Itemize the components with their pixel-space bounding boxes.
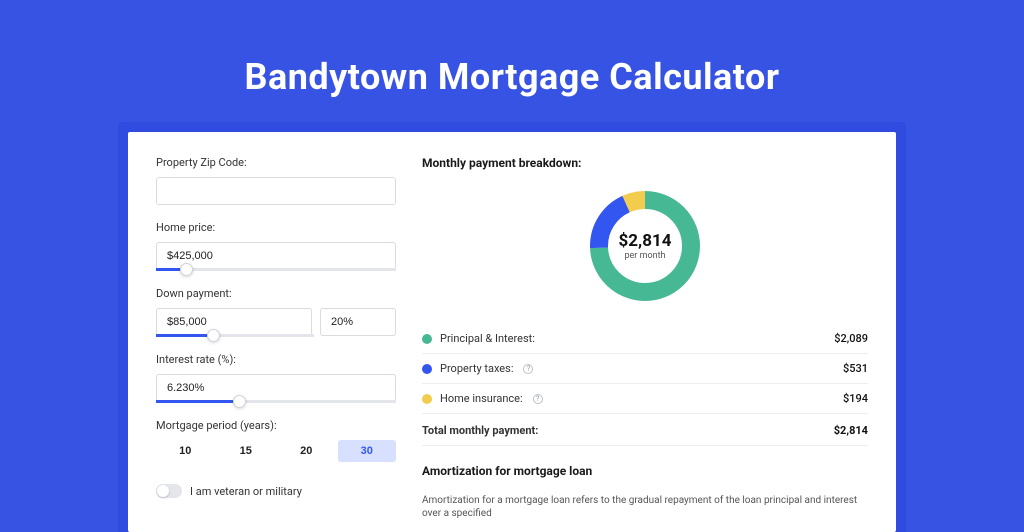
- calculator-card: Property Zip Code: Home price: Down paym…: [128, 132, 896, 532]
- legend-left: Property taxes:?: [422, 362, 533, 375]
- zip-input[interactable]: [156, 177, 396, 205]
- page-title: Bandytown Mortgage Calculator: [0, 56, 1024, 98]
- legend-label: Home insurance:: [440, 392, 523, 405]
- mortgage-period-field-group: Mortgage period (years): 10152030: [156, 419, 396, 462]
- home-price-field-group: Home price:: [156, 221, 396, 271]
- legend-label: Property taxes:: [440, 362, 513, 375]
- interest-rate-slider[interactable]: [156, 400, 396, 403]
- home-price-slider[interactable]: [156, 268, 396, 271]
- info-icon[interactable]: ?: [533, 394, 543, 404]
- amortization-desc: Amortization for a mortgage loan refers …: [422, 494, 868, 520]
- legend-total-label: Total monthly payment:: [422, 424, 538, 437]
- legend-row: Principal & Interest: $2,089: [422, 324, 868, 354]
- legend-total-row: Total monthly payment: $2,814: [422, 413, 868, 446]
- donut-chart: $2,814 per month: [585, 186, 705, 306]
- hero: Bandytown Mortgage Calculator: [0, 0, 1024, 98]
- donut-sub: per month: [624, 251, 665, 261]
- breakdown-column: Monthly payment breakdown: $2,814 per mo…: [422, 156, 868, 532]
- donut-center: $2,814 per month: [585, 186, 705, 306]
- mortgage-period-option-30[interactable]: 30: [338, 440, 397, 462]
- home-price-label: Home price:: [156, 221, 396, 234]
- slider-thumb[interactable]: [180, 263, 193, 276]
- down-payment-field-group: Down payment:: [156, 287, 396, 337]
- slider-fill: [156, 334, 207, 337]
- legend-value: $194: [843, 392, 868, 405]
- legend-value: $531: [843, 362, 868, 375]
- breakdown-title: Monthly payment breakdown:: [422, 156, 868, 170]
- veteran-toggle-row: I am veteran or military: [156, 484, 396, 498]
- inputs-column: Property Zip Code: Home price: Down paym…: [156, 156, 396, 532]
- legend: Principal & Interest: $2,089 Property taxe…: [422, 324, 868, 413]
- mortgage-period-option-15[interactable]: 15: [217, 440, 276, 462]
- legend-row: Home insurance:? $194: [422, 384, 868, 413]
- mortgage-period-option-20[interactable]: 20: [277, 440, 336, 462]
- slider-fill: [156, 400, 233, 403]
- zip-label: Property Zip Code:: [156, 156, 396, 169]
- info-icon[interactable]: ?: [523, 364, 533, 374]
- mortgage-period-option-10[interactable]: 10: [156, 440, 215, 462]
- calculator-outer-card: Property Zip Code: Home price: Down paym…: [118, 122, 906, 532]
- legend-value: $2,089: [834, 332, 868, 345]
- legend-total-value: $2,814: [834, 424, 868, 437]
- slider-fill: [156, 268, 180, 271]
- slider-thumb[interactable]: [233, 395, 246, 408]
- down-payment-label: Down payment:: [156, 287, 396, 300]
- legend-dot-icon: [422, 334, 432, 344]
- slider-thumb[interactable]: [207, 329, 220, 342]
- legend-left: Principal & Interest:: [422, 332, 535, 345]
- interest-rate-field-group: Interest rate (%):: [156, 353, 396, 403]
- veteran-label: I am veteran or military: [190, 485, 302, 498]
- down-payment-slider[interactable]: [156, 334, 314, 337]
- veteran-toggle[interactable]: [156, 484, 182, 498]
- legend-label: Principal & Interest:: [440, 332, 535, 345]
- down-payment-row: [156, 308, 396, 336]
- legend-dot-icon: [422, 394, 432, 404]
- legend-dot-icon: [422, 364, 432, 374]
- amortization-title: Amortization for mortgage loan: [422, 464, 868, 478]
- legend-left: Home insurance:?: [422, 392, 543, 405]
- mortgage-period-label: Mortgage period (years):: [156, 419, 396, 432]
- interest-rate-input[interactable]: [156, 374, 396, 402]
- legend-row: Property taxes:? $531: [422, 354, 868, 384]
- down-payment-amount-input[interactable]: [156, 308, 312, 336]
- donut-chart-wrap: $2,814 per month: [422, 186, 868, 306]
- zip-field-group: Property Zip Code:: [156, 156, 396, 205]
- donut-amount: $2,814: [619, 231, 672, 251]
- mortgage-period-options: 10152030: [156, 440, 396, 462]
- down-payment-pct-input[interactable]: [320, 308, 396, 336]
- interest-rate-label: Interest rate (%):: [156, 353, 396, 366]
